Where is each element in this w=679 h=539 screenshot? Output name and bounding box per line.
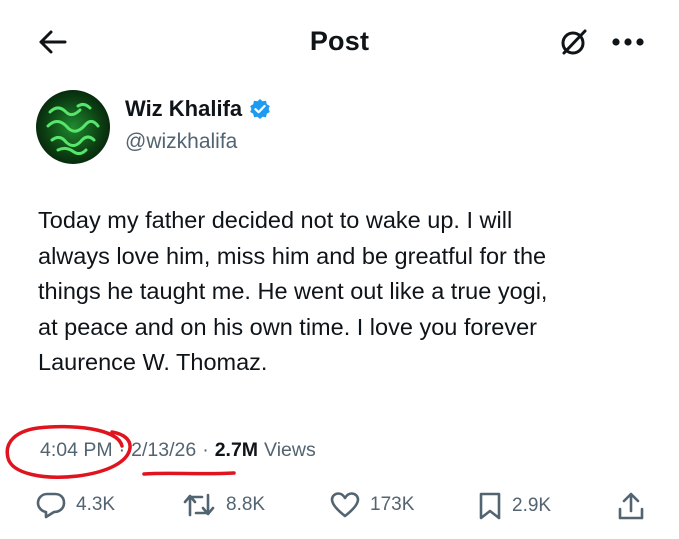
like-count: 173K: [370, 494, 415, 515]
annotation-underline: [142, 471, 236, 476]
tweet-line: things he taught me. He went out like a …: [38, 278, 548, 304]
author-handle[interactable]: @wizkhalifa: [125, 130, 237, 154]
display-name: Wiz Khalifa: [125, 96, 243, 121]
repost-count: 8.8K: [226, 494, 266, 515]
tweet-line: at peace and on his own time. I love you…: [38, 313, 538, 340]
post-time[interactable]: 4:04 PM: [40, 439, 113, 462]
avatar-image: [46, 102, 100, 156]
more-horizontal-icon: [612, 38, 644, 46]
views-label[interactable]: Views: [264, 439, 316, 462]
bookmark-count: 2.9K: [512, 495, 552, 516]
avatar[interactable]: [36, 90, 110, 164]
tweet-line: always love him, miss him and be greatfu…: [38, 242, 547, 269]
author-name-row[interactable]: Wiz Khalifa: [125, 96, 271, 122]
heart-icon: [330, 492, 360, 518]
bookmark-button[interactable]: 2.9K: [478, 491, 551, 521]
tweet-meta: 4:04 PM · 2/13/26 · 2.7M Views: [40, 439, 316, 462]
verified-badge-icon: [250, 99, 270, 119]
meta-separator: ·: [202, 439, 209, 461]
like-button[interactable]: 173K: [330, 491, 414, 519]
more-options-button[interactable]: [603, 22, 653, 62]
share-button[interactable]: [618, 491, 644, 521]
tweet-text: Today my father decided not to wake up. …: [38, 203, 658, 381]
tweet-line: Today my father decided not to wake up. …: [38, 207, 513, 233]
bookmark-icon: [479, 492, 501, 520]
views-count[interactable]: 2.7M: [215, 439, 258, 462]
grok-icon: [561, 29, 587, 55]
tweet-line: Laurence W. Thomaz.: [38, 349, 268, 375]
reply-icon: [36, 492, 66, 519]
reply-count: 4.3K: [76, 494, 116, 515]
repost-icon: [183, 493, 215, 517]
meta-separator: ·: [118, 439, 126, 461]
repost-button[interactable]: 8.8K: [182, 491, 265, 519]
reply-button[interactable]: 4.3K: [36, 491, 115, 519]
grok-button[interactable]: [552, 22, 596, 62]
share-icon: [618, 492, 644, 520]
post-date[interactable]: 2/13/26: [131, 439, 196, 462]
